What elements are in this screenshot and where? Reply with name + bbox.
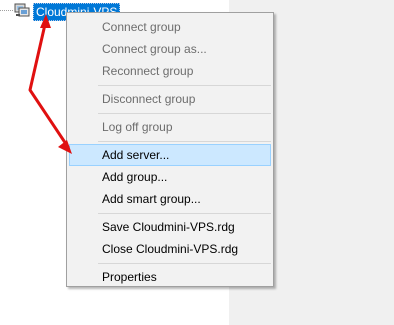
menu-separator xyxy=(98,213,271,214)
menu-item-disconnect-group[interactable]: Disconnect group xyxy=(69,88,271,110)
menu-item-connect-group-as[interactable]: Connect group as... xyxy=(69,38,271,60)
menu-item-add-server[interactable]: Add server... xyxy=(69,144,271,166)
menu-item-log-off-group[interactable]: Log off group xyxy=(69,116,271,138)
menu-item-reconnect-group[interactable]: Reconnect group xyxy=(69,60,271,82)
menu-separator xyxy=(98,113,271,114)
tree-connector-line xyxy=(0,10,13,12)
context-menu: Connect group Connect group as... Reconn… xyxy=(66,12,274,287)
menu-item-close-file[interactable]: Close Cloudmini-VPS.rdg xyxy=(69,238,271,260)
menu-item-add-smart-group[interactable]: Add smart group... xyxy=(69,188,271,210)
server-group-icon xyxy=(14,3,30,17)
menu-separator xyxy=(98,141,271,142)
menu-item-save-file[interactable]: Save Cloudmini-VPS.rdg xyxy=(69,216,271,238)
menu-item-connect-group[interactable]: Connect group xyxy=(69,16,271,38)
menu-separator xyxy=(98,85,271,86)
menu-separator xyxy=(98,263,271,264)
menu-item-properties[interactable]: Properties xyxy=(69,266,271,288)
menu-item-add-group[interactable]: Add group... xyxy=(69,166,271,188)
